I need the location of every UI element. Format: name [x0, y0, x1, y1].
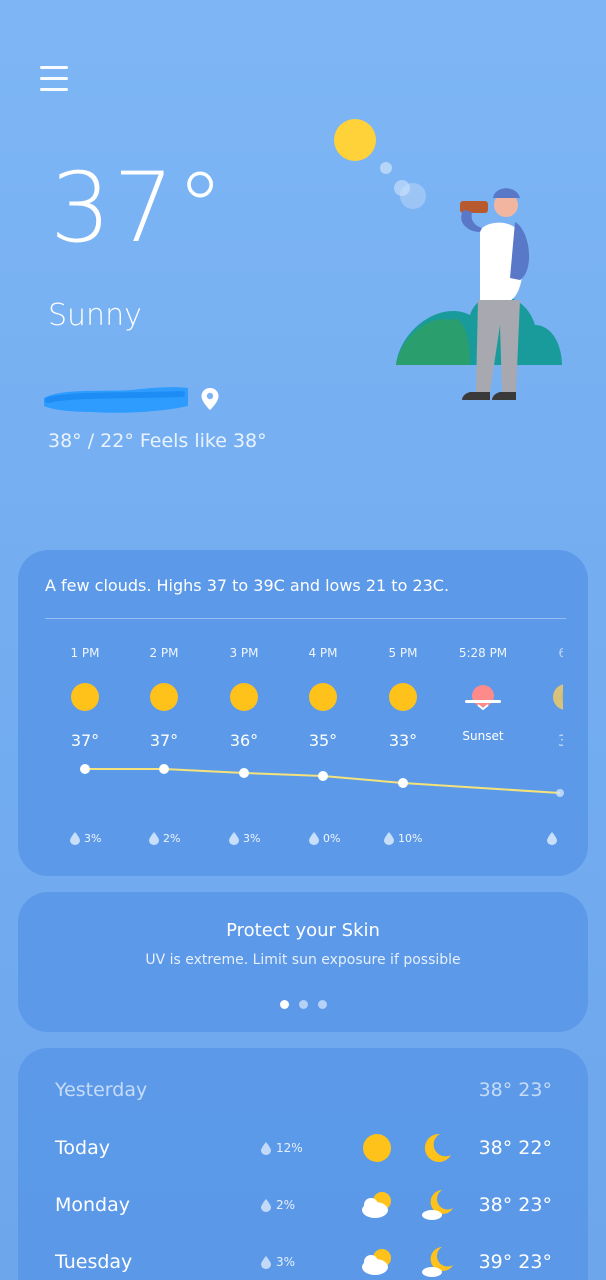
hour-item[interactable]: 1 PM 37°	[55, 646, 115, 751]
day-name: Tuesday	[55, 1251, 133, 1273]
temp-point	[159, 764, 169, 774]
sunset-icon	[465, 685, 501, 711]
hour-temp: 37°	[149, 731, 179, 750]
hour-item[interactable]: 4 PM 35°	[293, 646, 353, 751]
day-row[interactable]: Monday 2% 38° 23°	[18, 1185, 588, 1225]
uv-title: Protect your Skin	[226, 920, 380, 941]
menu-button[interactable]	[40, 66, 68, 94]
moon-cloud-icon	[422, 1247, 453, 1277]
partly-cloudy-icon	[362, 1192, 391, 1218]
hour-temp: 36°	[229, 731, 259, 750]
redacted-location-name	[42, 382, 192, 416]
day-temps: 39° 23°	[478, 1251, 552, 1273]
day-temps: 38° 23°	[478, 1079, 552, 1101]
rain-chance: 10%	[384, 832, 422, 845]
page-indicator	[18, 1000, 588, 1009]
temp-point	[318, 771, 328, 781]
menu-bar	[40, 88, 68, 91]
rain-value: 2%	[276, 1198, 296, 1212]
raindrop-icon	[149, 832, 159, 845]
day-temps: 38° 23°	[478, 1194, 552, 1216]
hour-time: 6 I	[558, 646, 564, 660]
raindrop-icon	[261, 1141, 271, 1155]
day-temps: 38° 22°	[478, 1137, 552, 1159]
rain-value: 3%	[276, 1255, 296, 1269]
rain-value: 2%	[163, 832, 181, 845]
rain-value: 12%	[276, 1141, 303, 1155]
temp-point	[80, 764, 90, 774]
day-rain-chance: 3%	[261, 1255, 295, 1269]
raindrop-icon	[309, 832, 319, 845]
partly-cloudy-icon	[362, 1249, 391, 1275]
hour-temp: Sunset	[462, 729, 504, 743]
hour-time: 1 PM	[70, 646, 100, 660]
day-name: Monday	[55, 1194, 131, 1216]
hour-time: 5 PM	[388, 646, 418, 660]
hourly-forecast-card[interactable]: A few clouds. Highs 37 to 39C and lows 2…	[18, 550, 588, 876]
partly-sun-icon	[553, 684, 563, 710]
location-row[interactable]	[42, 382, 220, 416]
hour-item[interactable]: 5 PM 33°	[373, 646, 433, 751]
hour-temp: 35°	[308, 731, 338, 750]
hour-item[interactable]: 5:28 PM Sunset	[453, 646, 513, 749]
day-rain-chance: 2%	[261, 1198, 295, 1212]
rain-value: 0%	[323, 832, 341, 845]
hour-temp: 37°	[70, 731, 100, 750]
hi-lo-feels-like: 38° / 22° Feels like 38°	[48, 430, 267, 452]
raindrop-icon	[229, 832, 239, 845]
day-row[interactable]: Tuesday 3% 39° 23°	[18, 1242, 588, 1280]
day-name: Today	[55, 1137, 110, 1159]
raindrop-icon	[261, 1255, 271, 1269]
location-pin-icon	[201, 388, 219, 410]
hour-item[interactable]: 3 PM 36°	[214, 646, 274, 751]
page-dot[interactable]	[298, 1000, 308, 1009]
day-row[interactable]: Today 12% 38° 22°	[18, 1128, 588, 1168]
sun-icon	[150, 683, 178, 711]
rain-chance: 3%	[70, 832, 101, 845]
hour-item-clipped[interactable]: 6 I 3(	[533, 646, 563, 846]
uv-advice-card[interactable]: Protect your Skin UV is extreme. Limit s…	[18, 892, 588, 1032]
current-condition: Sunny	[48, 298, 142, 333]
illustration-sun	[334, 119, 376, 161]
sun-icon	[309, 683, 337, 711]
rain-chance	[547, 832, 557, 845]
rain-chance: 2%	[149, 832, 180, 845]
hour-item[interactable]: 2 PM 37°	[134, 646, 194, 751]
person-drinking-illustration	[334, 119, 562, 400]
hour-time: 4 PM	[308, 646, 338, 660]
hour-temp: 3(	[557, 731, 563, 750]
page-dot[interactable]	[317, 1000, 327, 1009]
raindrop-icon	[547, 832, 557, 845]
page-dot-active[interactable]	[279, 1000, 289, 1009]
hour-time: 5:28 PM	[458, 646, 508, 660]
hour-time: 3 PM	[229, 646, 259, 660]
rain-chance: 3%	[229, 832, 260, 845]
raindrop-icon	[261, 1198, 271, 1212]
raindrop-icon	[70, 832, 80, 845]
menu-bar	[40, 66, 68, 69]
daily-forecast-card[interactable]: Yesterday 38° 23° Today 12% 38° 22° Mond…	[18, 1048, 588, 1280]
rain-value: 3%	[84, 832, 102, 845]
uv-subtitle: UV is extreme. Limit sun exposure if pos…	[145, 952, 461, 968]
sun-icon	[230, 683, 258, 711]
day-rain-chance: 12%	[261, 1141, 303, 1155]
raindrop-icon	[384, 832, 394, 845]
sun-icon	[71, 683, 99, 711]
rain-value: 10%	[398, 832, 423, 845]
temp-point	[398, 778, 408, 788]
sun-icon	[389, 683, 417, 711]
rain-value: 3%	[243, 832, 261, 845]
sun-icon	[363, 1134, 391, 1162]
moon-cloud-icon	[422, 1190, 453, 1220]
hour-time: 2 PM	[149, 646, 179, 660]
moon-icon	[424, 1133, 451, 1162]
day-name: Yesterday	[55, 1079, 148, 1101]
hour-temp: 33°	[388, 731, 418, 750]
menu-bar	[40, 77, 68, 80]
temp-point	[239, 768, 249, 778]
day-row[interactable]: Yesterday 38° 23°	[18, 1070, 588, 1110]
current-temperature: 37°	[50, 152, 227, 264]
rain-chance: 0%	[309, 832, 340, 845]
